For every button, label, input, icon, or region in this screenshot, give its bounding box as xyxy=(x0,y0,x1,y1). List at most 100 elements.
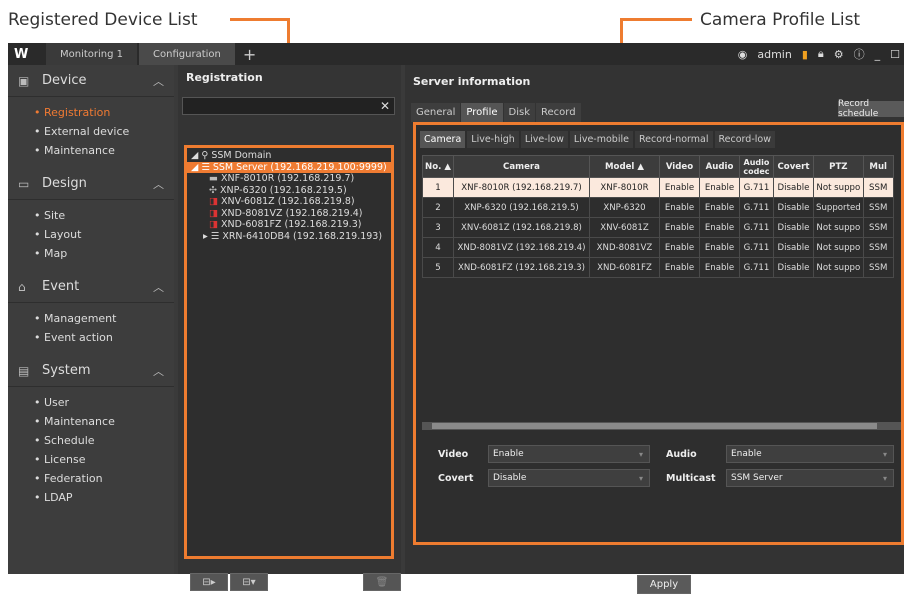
system-icon: ▤ xyxy=(18,363,30,378)
gear-icon[interactable]: ⚙ xyxy=(834,48,844,61)
event-icon: ⌂ xyxy=(18,279,26,294)
tree-node-camera[interactable]: ◨ XND-6081FZ (192.168.219.3) xyxy=(187,219,391,231)
sidebar-item-map[interactable]: • Map xyxy=(34,244,174,263)
tab-general[interactable]: General xyxy=(411,103,461,122)
camera-table: No. ▲ Camera Model ▲ Video Audio Audio c… xyxy=(422,155,894,278)
col-header-covert[interactable]: Covert xyxy=(772,155,814,178)
tab-record-normal[interactable]: Record-normal xyxy=(634,131,713,148)
tree-node-recorder[interactable]: ▸ ☰ XRN-6410DB4 (192.168.219.193) xyxy=(187,231,391,243)
chevron-up-icon[interactable]: ︿ xyxy=(153,363,164,379)
sidebar-item-maintenance[interactable]: • Maintenance xyxy=(34,412,174,431)
col-header-video[interactable]: Video xyxy=(658,155,700,178)
sidebar-section-title: Design xyxy=(42,176,87,191)
tab-configuration[interactable]: Configuration xyxy=(139,43,235,65)
tree-buttons: ⊟▸ ⊟▾ xyxy=(190,573,268,591)
field-audio: Audio Enable ▾ xyxy=(666,445,894,463)
sidebar-item-management[interactable]: • Management xyxy=(34,309,174,328)
sidebar-item-site[interactable]: • Site xyxy=(34,206,174,225)
col-header-camera[interactable]: Camera xyxy=(452,155,590,178)
col-header-audio[interactable]: Audio xyxy=(698,155,740,178)
covert-select[interactable]: Disable ▾ xyxy=(488,469,650,487)
info-icon[interactable]: ⓘ xyxy=(854,46,865,62)
record-schedule-button[interactable]: Record schedule xyxy=(838,99,904,119)
table-row[interactable]: 4 XND-8081VZ (192.168.219.4) XND-8081VZ Ena… xyxy=(422,237,894,258)
audio-select[interactable]: Enable ▾ xyxy=(726,445,894,463)
tab-record-low[interactable]: Record-low xyxy=(714,131,775,148)
annotation-registered-device-list: Registered Device List xyxy=(8,10,198,30)
tree-node-camera[interactable]: ◨ XNV-6081Z (192.168.219.8) xyxy=(187,196,391,208)
tab-profile[interactable]: Profile xyxy=(461,103,503,122)
table-row[interactable]: 3 XNV-6081Z (192.168.219.8) XNV-6081Z Enabl… xyxy=(422,217,894,238)
sidebar-section-title: Device xyxy=(42,73,87,88)
chevron-up-icon[interactable]: ︿ xyxy=(153,279,164,295)
notification-icon[interactable]: ▮ xyxy=(802,48,808,61)
video-select[interactable]: Enable ▾ xyxy=(488,445,650,463)
sidebar-item-external-device[interactable]: • External device xyxy=(34,122,174,141)
col-header-model[interactable]: Model ▲ xyxy=(588,155,660,178)
table-row[interactable]: 2 XNP-6320 (192.168.219.5) XNP-6320 Enable E… xyxy=(422,197,894,218)
multicast-label: Multicast xyxy=(666,472,716,484)
sidebar-submenu-event: • Management • Event action xyxy=(8,303,174,355)
camera-profile-list: Camera Live-high Live-low Live-mobile Re… xyxy=(413,122,904,545)
col-header-audio-codec[interactable]: Audio codec xyxy=(738,155,774,178)
sidebar-item-user[interactable]: • User xyxy=(34,393,174,412)
apply-button[interactable]: Apply xyxy=(637,575,691,594)
sidebar-item-federation[interactable]: • Federation xyxy=(34,469,174,488)
col-header-no[interactable]: No. ▲ xyxy=(422,155,454,178)
sidebar-item-layout[interactable]: • Layout xyxy=(34,225,174,244)
registration-panel: Registration ✕ ◢ ⚲ SSM Domain ◢ ☰ SSM Se… xyxy=(178,65,401,591)
sidebar-section-device[interactable]: ▣ Device ︿ xyxy=(8,65,174,97)
callout-line xyxy=(230,18,290,21)
chevron-down-icon: ▾ xyxy=(882,449,887,459)
design-icon: ▭ xyxy=(18,176,30,191)
sidebar-item-schedule[interactable]: • Schedule xyxy=(34,431,174,450)
sidebar-section-system[interactable]: ▤ System ︿ xyxy=(8,355,174,387)
tab-live-mobile[interactable]: Live-mobile xyxy=(569,131,633,148)
maximize-icon[interactable]: ☐ xyxy=(890,48,900,61)
multicast-select[interactable]: SSM Server ▾ xyxy=(726,469,894,487)
table-row[interactable]: 5 XND-6081FZ (192.168.219.3) XND-6081FZ Ena… xyxy=(422,257,894,278)
tab-live-high[interactable]: Live-high xyxy=(467,131,519,148)
add-device-button[interactable]: ⊟▸ xyxy=(190,573,228,591)
field-multicast: Multicast SSM Server ▾ xyxy=(666,469,894,487)
tree-node-domain[interactable]: ◢ ⚲ SSM Domain xyxy=(187,150,391,162)
table-row[interactable]: 1 XNF-8010R (192.168.219.7) XNF-8010R Enabl… xyxy=(422,177,894,198)
tree-node-server[interactable]: ◢ ☰ SSM Server (192.168.219.100:9999) xyxy=(187,161,391,173)
sidebar-item-ldap[interactable]: • LDAP xyxy=(34,488,174,507)
add-tab-button[interactable]: + xyxy=(243,45,256,64)
tree-node-camera[interactable]: ◨ XND-8081VZ (192.168.219.4) xyxy=(187,208,391,220)
chevron-up-icon[interactable]: ︿ xyxy=(153,176,164,192)
lock-icon[interactable]: 🔒︎ xyxy=(818,47,824,61)
sidebar-item-event-action[interactable]: • Event action xyxy=(34,328,174,347)
sidebar-section-design[interactable]: ▭ Design ︿ xyxy=(8,168,174,200)
search-input[interactable]: ✕ xyxy=(182,97,395,115)
sidebar-section-event[interactable]: ⌂ Event ︿ xyxy=(8,271,174,303)
registration-title: Registration xyxy=(186,71,263,84)
callout-line xyxy=(620,18,692,21)
sidebar-item-maintenance[interactable]: • Maintenance xyxy=(34,141,174,160)
device-icon: ▣ xyxy=(18,73,30,88)
tab-record[interactable]: Record xyxy=(536,103,581,122)
tree-node-camera[interactable]: ✣ XNP-6320 (192.168.219.5) xyxy=(187,185,391,197)
chevron-down-icon: ▾ xyxy=(638,473,643,483)
delete-button[interactable]: 🗑︎ xyxy=(363,573,401,591)
chevron-up-icon[interactable]: ︿ xyxy=(153,73,164,89)
horizontal-scrollbar[interactable] xyxy=(422,422,901,430)
tab-monitoring[interactable]: Monitoring 1 xyxy=(46,43,138,65)
close-icon[interactable]: ✕ xyxy=(380,99,390,113)
register-device-button[interactable]: ⊟▾ xyxy=(230,573,268,591)
tab-disk[interactable]: Disk xyxy=(503,103,535,122)
col-header-ptz[interactable]: PTZ xyxy=(812,155,864,178)
username: admin xyxy=(757,47,792,61)
sidebar-item-license[interactable]: • License xyxy=(34,450,174,469)
tab-camera[interactable]: Camera xyxy=(420,131,466,148)
tree-node-camera[interactable]: ▬ XNF-8010R (192.168.219.7) xyxy=(187,173,391,185)
sidebar-item-registration[interactable]: • Registration xyxy=(34,103,174,122)
topbar: W Monitoring 1 Configuration + ◉ admin ▮… xyxy=(8,43,904,65)
scrollbar-thumb[interactable] xyxy=(432,423,877,429)
minimize-icon[interactable]: _ xyxy=(875,48,881,61)
sidebar-section-title: System xyxy=(42,363,91,378)
col-header-multicast[interactable]: Mul xyxy=(862,155,894,178)
user-icon[interactable]: ◉ xyxy=(738,48,748,61)
tab-live-low[interactable]: Live-low xyxy=(520,131,568,148)
